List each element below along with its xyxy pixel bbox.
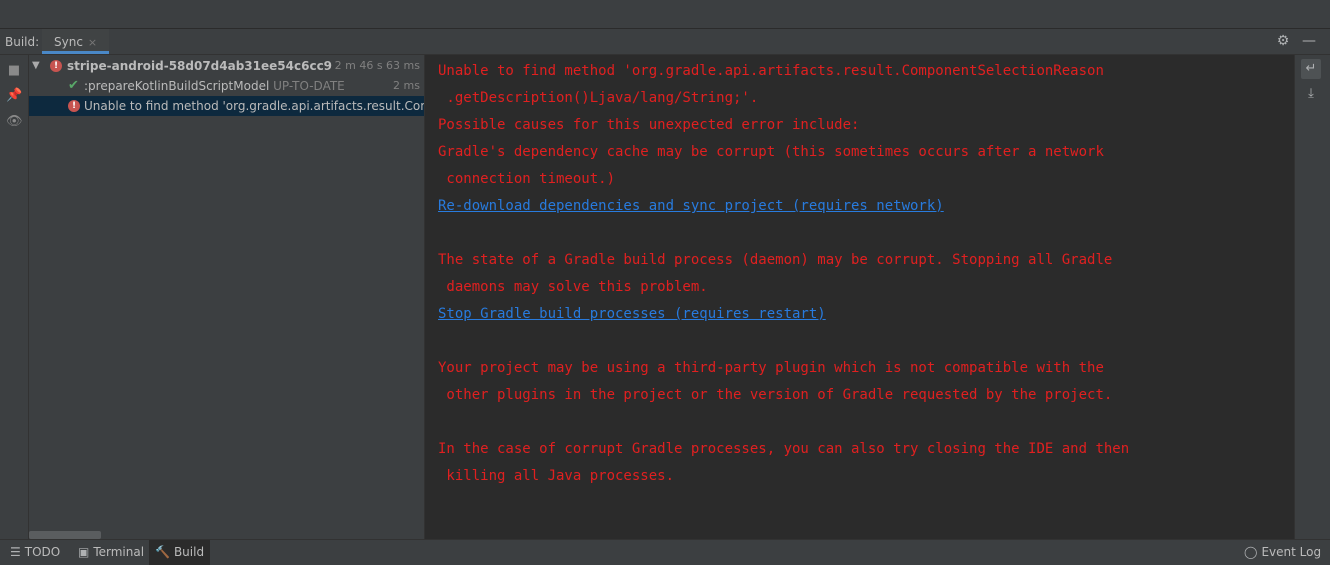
console-line-text[interactable]: Re-download dependencies and sync projec… — [438, 198, 944, 214]
console-error-line: Gradle's dependency cache may be corrupt… — [438, 139, 1129, 166]
console-line-text: other plugins in the project or the vers… — [438, 387, 1113, 403]
title-bar — [0, 0, 1330, 29]
gear-icon[interactable]: ⚙ — [1275, 33, 1291, 49]
error-icon: ! — [50, 60, 62, 72]
console-error-line: connection timeout.) — [438, 166, 1129, 193]
console-line-text: connection timeout.) — [438, 171, 616, 187]
pin-icon[interactable]: 📌 — [6, 88, 22, 104]
hammer-icon: 🔨 — [155, 545, 170, 559]
right-toolbar: ↵ ⤓ — [1294, 55, 1330, 539]
build-label: Build — [173, 545, 205, 559]
check-icon: ✔ — [68, 78, 79, 93]
console-line-text: Your project may be using a third-party … — [438, 360, 1104, 376]
console-error-line: Your project may be using a third-party … — [438, 355, 1129, 382]
console-line-text: .getDescription()Ljava/lang/String;'. — [438, 90, 759, 106]
console-line-text: Possible causes for this unexpected erro… — [438, 117, 860, 133]
soft-wrap-icon[interactable]: ↵ — [1301, 59, 1321, 79]
console-line-text: Unable to find method 'org.gradle.api.ar… — [438, 63, 1104, 79]
build-tool-window-header: Build: Sync × ⚙ — — [0, 29, 1330, 55]
tree-root-row[interactable]: ▼ ! stripe-android-58d07d4ab31ee54c6cc93… — [29, 56, 424, 76]
tree-row-prepare[interactable]: ✔ :prepareKotlinBuildScriptModel UP-TO-D… — [29, 76, 424, 96]
console-line-text: The state of a Gradle build process (dae… — [438, 252, 1113, 268]
close-icon[interactable]: × — [88, 36, 97, 49]
speech-bubble-icon: ◯ — [1244, 545, 1258, 559]
build-label: Build: — [5, 35, 40, 49]
terminal-icon: ▣ — [78, 545, 90, 559]
scroll-to-end-icon[interactable]: ⤓ — [1301, 84, 1321, 104]
event-log-label: Event Log — [1261, 545, 1322, 559]
tree-root-time: 2 m 46 s 63 ms — [331, 56, 420, 76]
console-link[interactable]: Stop Gradle build processes (requires re… — [438, 301, 1129, 328]
console-error-line: other plugins in the project or the vers… — [438, 382, 1129, 409]
console-output: Unable to find method 'org.gradle.api.ar… — [425, 55, 1293, 539]
error-icon: ! — [68, 100, 80, 112]
console-lines: Unable to find method 'org.gradle.api.ar… — [438, 58, 1129, 490]
console-link[interactable]: Re-download dependencies and sync projec… — [438, 193, 1129, 220]
eye-icon[interactable]: 👁 — [6, 114, 23, 130]
console-line-text: killing all Java processes. — [438, 468, 675, 484]
expand-arrow-icon[interactable]: ▼ — [32, 56, 40, 76]
horizontal-scrollbar[interactable] — [29, 531, 101, 539]
list-icon: ☰ — [10, 545, 21, 559]
terminal-label: Terminal — [93, 545, 145, 559]
console-error-line: In the case of corrupt Gradle processes,… — [438, 436, 1129, 463]
terminal-tab[interactable]: ▣ Terminal — [72, 540, 150, 565]
minimize-icon[interactable]: — — [1301, 33, 1317, 49]
todo-tab[interactable]: ☰ TODO — [4, 540, 66, 565]
build-tree: ▼ ! stripe-android-58d07d4ab31ee54c6cc93… — [29, 55, 425, 539]
tab-sync[interactable]: Sync × — [42, 29, 110, 54]
console-error-line: daemons may solve this problem. — [438, 274, 1129, 301]
stop-icon[interactable]: ■ — [6, 63, 22, 79]
task-name: :prepareKotlinBuildScriptModel — [84, 79, 270, 93]
console-line-text: daemons may solve this problem. — [438, 279, 708, 295]
tab-sync-label: Sync — [54, 35, 83, 49]
build-tab[interactable]: 🔨 Build — [149, 540, 211, 565]
console-line-text: In the case of corrupt Gradle processes,… — [438, 441, 1130, 457]
console-line-text[interactable]: Stop Gradle build processes (requires re… — [438, 306, 826, 322]
console-error-line: The state of a Gradle build process (dae… — [438, 247, 1129, 274]
console-error-line: Possible causes for this unexpected erro… — [438, 112, 1129, 139]
console-error-line: killing all Java processes. — [438, 463, 1129, 490]
todo-label: TODO — [24, 545, 61, 559]
console-error-line: Unable to find method 'org.gradle.api.ar… — [438, 58, 1129, 85]
console-line-text: Gradle's dependency cache may be corrupt… — [438, 144, 1104, 160]
tree-error-label: Unable to find method 'org.gradle.api.ar… — [84, 99, 424, 113]
tree-item-label: :prepareKotlinBuildScriptModel UP-TO-DAT… — [84, 76, 345, 96]
task-status: UP-TO-DATE — [273, 79, 345, 93]
tree-row-error[interactable]: ! Unable to find method 'org.gradle.api.… — [29, 96, 424, 116]
status-bar: ☰ TODO ▣ Terminal 🔨 Build ◯ Event Log — [0, 539, 1330, 565]
tree-item-time: 2 ms — [390, 76, 420, 96]
left-toolbar: ■ 📌 👁 — [0, 55, 29, 539]
console-error-line: .getDescription()Ljava/lang/String;'. — [438, 85, 1129, 112]
event-log-tab[interactable]: ◯ Event Log — [1238, 540, 1327, 565]
